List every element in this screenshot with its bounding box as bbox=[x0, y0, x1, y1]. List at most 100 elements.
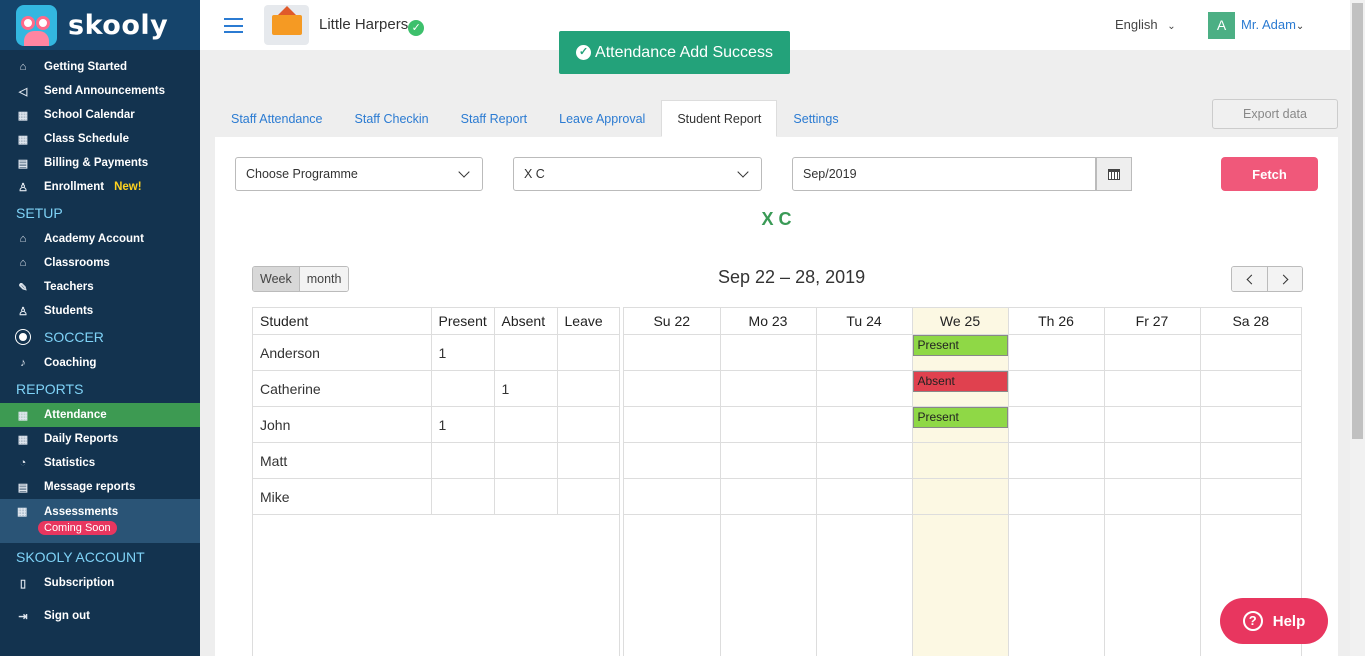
tab-staff-checkin[interactable]: Staff Checkin bbox=[339, 100, 445, 137]
sidebar-item-school-calendar[interactable]: ▦ School Calendar bbox=[0, 103, 200, 127]
day-cell[interactable] bbox=[815, 370, 912, 407]
column-header: Absent bbox=[493, 307, 557, 335]
brand[interactable]: skooly bbox=[0, 0, 200, 50]
day-cell[interactable] bbox=[1007, 406, 1104, 443]
programme-select[interactable]: Choose Programme bbox=[235, 157, 483, 191]
day-cell[interactable] bbox=[1199, 334, 1301, 371]
calendar-icon bbox=[1108, 168, 1120, 180]
day-cell[interactable]: Present bbox=[911, 334, 1008, 371]
sidebar-item-classrooms[interactable]: ⌂ Classrooms bbox=[0, 251, 200, 275]
day-cell[interactable] bbox=[719, 370, 816, 407]
day-cell[interactable] bbox=[815, 478, 912, 515]
day-cell[interactable] bbox=[624, 478, 720, 515]
day-cell[interactable] bbox=[1199, 478, 1301, 515]
avatar[interactable]: A bbox=[1208, 12, 1235, 39]
day-cell[interactable] bbox=[1199, 370, 1301, 407]
sidebar-item-send-announcements[interactable]: ◁ Send Announcements bbox=[0, 79, 200, 103]
month-input[interactable]: Sep/2019 bbox=[792, 157, 1096, 191]
user-menu[interactable]: Mr. Adam⌄ bbox=[1241, 17, 1304, 32]
sidebar-item-attendance[interactable]: ▦ Attendance bbox=[0, 403, 200, 427]
day-cell[interactable] bbox=[911, 442, 1008, 479]
sidebar-item-label: Subscription bbox=[44, 577, 115, 589]
sidebar-item-billing-payments[interactable]: ▤ Billing & Payments bbox=[0, 151, 200, 175]
school-building-icon bbox=[271, 6, 302, 35]
next-week-button[interactable] bbox=[1267, 267, 1302, 291]
sidebar-item-daily-reports[interactable]: ▦ Daily Reports bbox=[0, 427, 200, 451]
prev-week-button[interactable] bbox=[1232, 267, 1267, 291]
attendance-summary-table: Student Present Absent Leave Anderson 1 Cathe… bbox=[252, 307, 620, 656]
sidebar-item-label: Send Announcements bbox=[44, 85, 165, 97]
day-cell[interactable] bbox=[719, 334, 816, 371]
attendance-event[interactable]: Present bbox=[912, 335, 1008, 356]
tab-staff-attendance[interactable]: Staff Attendance bbox=[215, 100, 339, 137]
day-cell[interactable] bbox=[1199, 442, 1301, 479]
day-cell[interactable] bbox=[719, 406, 816, 443]
sidebar-item-label: Coaching bbox=[44, 357, 97, 369]
week-view-button[interactable]: Week bbox=[253, 267, 300, 291]
sign-out-link[interactable]: ⇥ Sign out bbox=[0, 604, 200, 628]
tab-leave-approval[interactable]: Leave Approval bbox=[543, 100, 661, 137]
absent-cell bbox=[493, 334, 557, 371]
calendar-button[interactable] bbox=[1096, 157, 1132, 191]
coming-soon-badge: Coming Soon bbox=[38, 521, 117, 535]
day-cell[interactable] bbox=[719, 478, 816, 515]
fetch-button[interactable]: Fetch bbox=[1221, 157, 1318, 191]
verified-icon: ✓ bbox=[408, 20, 425, 36]
day-cell[interactable] bbox=[624, 334, 720, 371]
sidebar-item-students[interactable]: ♙ Students bbox=[0, 299, 200, 323]
sidebar-item-message-reports[interactable]: ▤ Message reports bbox=[0, 475, 200, 499]
day-cell[interactable]: Absent bbox=[911, 370, 1008, 407]
day-cell[interactable] bbox=[1103, 406, 1200, 443]
help-button[interactable]: ? Help bbox=[1220, 598, 1328, 644]
day-cell[interactable] bbox=[624, 442, 720, 479]
section-title: SOCCER bbox=[44, 329, 104, 345]
class-title: X C bbox=[761, 209, 792, 229]
sidebar-item-subscription[interactable]: ▯ Subscription bbox=[0, 571, 200, 595]
day-cell[interactable] bbox=[1007, 478, 1104, 515]
day-cell[interactable] bbox=[624, 406, 720, 443]
menu-icon[interactable] bbox=[224, 18, 243, 33]
sidebar-item-academy-account[interactable]: ⌂ Academy Account bbox=[0, 227, 200, 251]
attendance-event[interactable]: Present bbox=[912, 407, 1008, 428]
language-label: English bbox=[1115, 17, 1158, 32]
sidebar-item-getting-started[interactable]: ⌂ Getting Started bbox=[0, 55, 200, 79]
language-select[interactable]: English ⌄ bbox=[1115, 17, 1176, 32]
tab-settings[interactable]: Settings bbox=[777, 100, 854, 137]
present-cell: 1 bbox=[430, 334, 494, 371]
programme-value: Choose Programme bbox=[246, 167, 358, 181]
classroom-icon: ⌂ bbox=[19, 257, 27, 269]
sidebar-item-coaching[interactable]: ♪ Coaching bbox=[0, 351, 200, 375]
scrollbar-thumb[interactable] bbox=[1352, 3, 1363, 439]
sidebar-item-statistics[interactable]: ◔ Statistics bbox=[0, 451, 200, 475]
day-cell[interactable] bbox=[911, 478, 1008, 515]
day-cell[interactable]: Present bbox=[911, 406, 1008, 443]
export-data-button[interactable]: Export data bbox=[1212, 99, 1338, 129]
day-cell[interactable] bbox=[1007, 370, 1104, 407]
day-cell[interactable] bbox=[1007, 442, 1104, 479]
sidebar-item-enrollment[interactable]: ♙ Enrollment New! bbox=[0, 175, 200, 199]
day-cell[interactable] bbox=[1103, 334, 1200, 371]
class-select[interactable]: X C bbox=[513, 157, 762, 191]
table-row: Catherine 1 bbox=[253, 370, 619, 407]
day-cell[interactable] bbox=[1199, 406, 1301, 443]
chevron-left-icon bbox=[1246, 274, 1256, 284]
day-cell[interactable] bbox=[815, 406, 912, 443]
sidebar-item-assessments[interactable]: ▦ Assessments Coming Soon bbox=[0, 499, 200, 543]
attendance-event[interactable]: Absent bbox=[912, 371, 1008, 392]
month-view-button[interactable]: month bbox=[299, 267, 349, 291]
day-cell[interactable] bbox=[1007, 334, 1104, 371]
day-cell[interactable] bbox=[815, 442, 912, 479]
page-scrollbar[interactable] bbox=[1350, 0, 1365, 656]
day-cell[interactable] bbox=[1103, 442, 1200, 479]
day-cell[interactable] bbox=[815, 334, 912, 371]
sidebar-item-label: Teachers bbox=[44, 281, 94, 293]
sidebar-item-teachers[interactable]: ✎ Teachers bbox=[0, 275, 200, 299]
day-cell[interactable] bbox=[624, 370, 720, 407]
sidebar-item-class-schedule[interactable]: ▦ Class Schedule bbox=[0, 127, 200, 151]
absent-cell bbox=[493, 478, 557, 515]
day-cell[interactable] bbox=[1103, 478, 1200, 515]
day-cell[interactable] bbox=[1103, 370, 1200, 407]
day-cell[interactable] bbox=[719, 442, 816, 479]
tab-student-report[interactable]: Student Report bbox=[661, 100, 778, 137]
tab-staff-report[interactable]: Staff Report bbox=[445, 100, 543, 137]
